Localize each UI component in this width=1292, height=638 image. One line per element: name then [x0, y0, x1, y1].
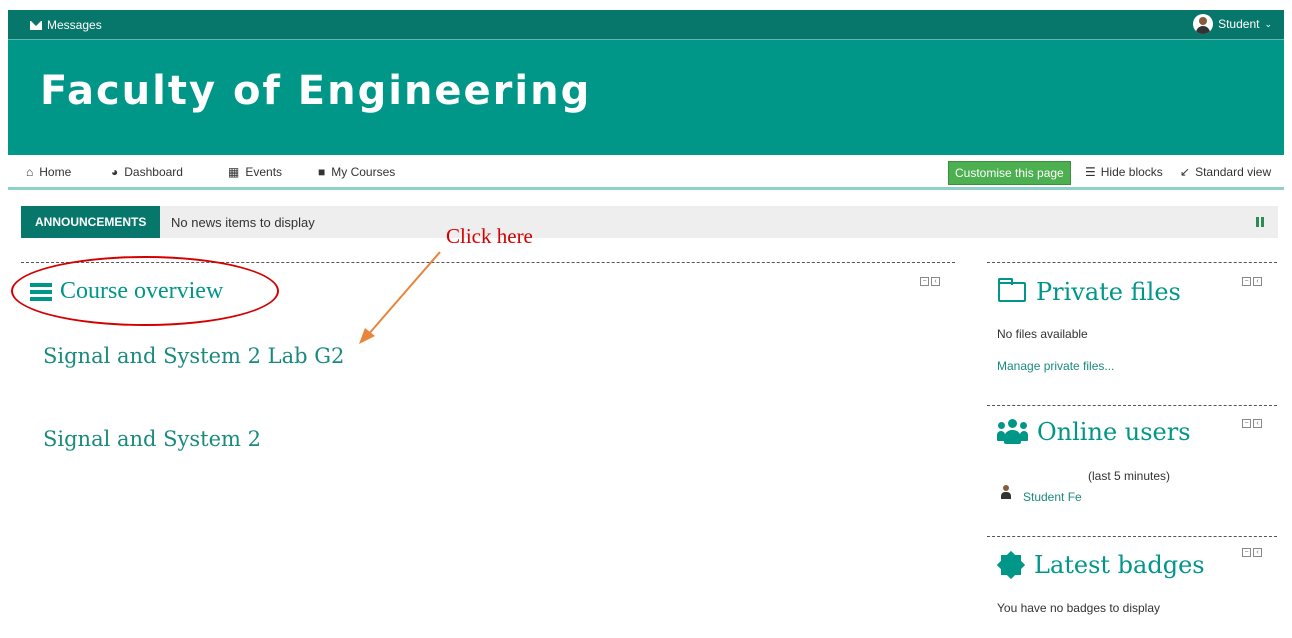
nav-events-label: Events	[245, 165, 283, 179]
nav-bar: ⌂ Home ◕ Dashboard ▦ Events ■ My Courses…	[8, 155, 1284, 190]
hide-blocks-button[interactable]: ☰ Hide blocks	[1085, 165, 1163, 179]
nav-dashboard[interactable]: ◕ Dashboard	[111, 165, 183, 179]
online-users-title: Online users	[1037, 418, 1191, 446]
standard-view-button[interactable]: ↙ Standard view	[1180, 165, 1271, 179]
top-bar: Messages Student ⌄	[8, 10, 1284, 40]
online-users-heading: Online users	[997, 418, 1191, 446]
hide-blocks-icon: ☰	[1085, 165, 1096, 179]
dock-icon[interactable]: ‹	[1253, 277, 1262, 286]
latest-badges-title: Latest badges	[1034, 551, 1205, 579]
calendar-icon: ▦	[228, 165, 240, 179]
collapse-icon[interactable]: −	[920, 277, 929, 286]
folder-icon	[998, 278, 1026, 302]
home-icon: ⌂	[26, 165, 34, 179]
divider	[987, 405, 1277, 406]
nav-my-courses-label: My Courses	[331, 165, 396, 179]
annotation-ellipse	[11, 256, 279, 326]
hide-blocks-label: Hide blocks	[1100, 165, 1163, 179]
collapse-icon[interactable]: −	[1242, 277, 1251, 286]
nav-home-label: Home	[39, 165, 72, 179]
annotation-text: Click here	[446, 224, 533, 248]
announcements-ticker: ANNOUNCEMENTS No news items to display	[21, 206, 1278, 238]
site-banner: Faculty of Engineering	[8, 40, 1284, 155]
user-menu[interactable]: Student ⌄	[1193, 14, 1272, 34]
private-files-empty: No files available	[997, 327, 1088, 341]
divider	[987, 262, 1277, 263]
messages-link[interactable]: Messages	[30, 18, 102, 32]
online-users-period: (last 5 minutes)	[1088, 469, 1171, 483]
chevron-down-icon: ⌄	[1264, 18, 1272, 29]
site-title: Faculty of Engineering	[40, 68, 592, 114]
dock-icon[interactable]: ‹	[1253, 419, 1262, 428]
user-name: Student	[1218, 17, 1260, 31]
nav-events[interactable]: ▦ Events	[228, 165, 282, 179]
badges-empty: You have no badges to display	[997, 601, 1161, 615]
users-icon	[997, 419, 1028, 445]
nav-home[interactable]: ⌂ Home	[26, 165, 71, 179]
online-user-link[interactable]: Student Fe	[1023, 490, 1082, 504]
collapse-icon[interactable]: −	[1242, 548, 1251, 557]
private-files-heading: Private files	[998, 278, 1181, 306]
certificate-icon	[998, 552, 1024, 578]
nav-dashboard-label: Dashboard	[124, 165, 183, 179]
dashboard-icon: ◕	[111, 165, 119, 179]
manage-private-files-link[interactable]: Manage private files...	[997, 359, 1114, 373]
avatar	[1193, 14, 1214, 34]
compress-icon: ↙	[1180, 165, 1191, 179]
block-controls[interactable]: − ‹	[920, 277, 940, 286]
messages-label: Messages	[47, 18, 102, 32]
nav-my-courses[interactable]: ■ My Courses	[318, 165, 395, 179]
course-link[interactable]: Signal and System 2 Lab G2	[43, 344, 344, 368]
envelope-icon	[30, 20, 42, 30]
customise-page-button[interactable]: Customise this page	[948, 161, 1071, 185]
block-controls[interactable]: − ‹	[1242, 548, 1262, 557]
private-files-title: Private files	[1036, 278, 1181, 306]
divider	[987, 536, 1277, 537]
annotation-arrow	[359, 251, 441, 344]
latest-badges-heading: Latest badges	[998, 551, 1205, 579]
collapse-icon[interactable]: −	[1242, 419, 1251, 428]
block-controls[interactable]: − ‹	[1242, 277, 1262, 286]
announcements-label: ANNOUNCEMENTS	[21, 206, 161, 238]
block-controls[interactable]: − ‹	[1242, 419, 1262, 428]
pause-icon[interactable]	[1256, 217, 1264, 227]
standard-view-label: Standard view	[1195, 165, 1272, 179]
dock-icon[interactable]: ‹	[931, 277, 940, 286]
dock-icon[interactable]: ‹	[1253, 548, 1262, 557]
briefcase-icon: ■	[318, 165, 326, 179]
course-link[interactable]: Signal and System 2	[43, 427, 261, 451]
user-avatar-icon	[1000, 485, 1012, 499]
announcements-text: No news items to display	[171, 215, 315, 230]
